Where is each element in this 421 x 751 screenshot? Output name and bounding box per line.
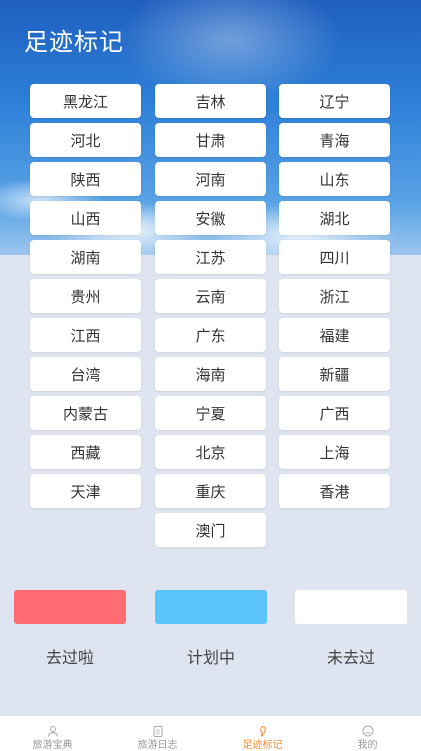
province-button[interactable]: 甘肃 bbox=[155, 123, 266, 157]
tab-label: 旅游宝典 bbox=[32, 740, 73, 751]
province-button[interactable]: 吉林 bbox=[155, 84, 266, 118]
province-button[interactable]: 山东 bbox=[279, 162, 390, 196]
province-button[interactable]: 辽宁 bbox=[279, 84, 390, 118]
province-button[interactable]: 江西 bbox=[30, 318, 141, 352]
province-button[interactable]: 陕西 bbox=[30, 162, 141, 196]
province-button[interactable]: 西藏 bbox=[30, 435, 141, 469]
tab-label: 足迹标记 bbox=[242, 740, 283, 751]
tab-label: 我的 bbox=[357, 740, 378, 751]
province-button[interactable]: 江苏 bbox=[155, 240, 266, 274]
province-button[interactable]: 湖南 bbox=[30, 240, 141, 274]
tab-travel-journal[interactable]: 旅游日志 bbox=[105, 716, 210, 751]
tab-travel-guide[interactable]: 旅游宝典 bbox=[0, 716, 105, 751]
tab-label: 旅游日志 bbox=[137, 740, 178, 751]
legend-swatch-visited bbox=[14, 590, 126, 624]
province-button[interactable]: 内蒙古 bbox=[30, 396, 141, 430]
legend-label-planned: 计划中 bbox=[186, 648, 235, 667]
legend-label-not-visited: 未去过 bbox=[326, 648, 375, 667]
legend-swatch-planned bbox=[155, 590, 267, 624]
province-button[interactable]: 海南 bbox=[155, 357, 266, 391]
tab-footprint[interactable]: 足迹标记 bbox=[210, 716, 315, 751]
province-button[interactable]: 安徽 bbox=[155, 201, 266, 235]
province-button[interactable]: 福建 bbox=[279, 318, 390, 352]
province-button[interactable]: 湖北 bbox=[279, 201, 390, 235]
province-button[interactable]: 山西 bbox=[30, 201, 141, 235]
footprint-icon bbox=[257, 722, 269, 737]
bottom-tab-bar: 旅游宝典 旅游日志 足迹标记 我的 bbox=[0, 715, 421, 751]
province-button[interactable]: 新疆 bbox=[279, 357, 390, 391]
smile-icon bbox=[362, 722, 374, 737]
province-button[interactable]: 重庆 bbox=[155, 474, 266, 508]
tab-mine[interactable]: 我的 bbox=[315, 716, 420, 751]
province-button[interactable]: 上海 bbox=[279, 435, 390, 469]
province-button[interactable]: 河南 bbox=[155, 162, 266, 196]
province-button[interactable]: 广西 bbox=[279, 396, 390, 430]
province-button[interactable]: 澳门 bbox=[155, 513, 266, 547]
province-button[interactable]: 宁夏 bbox=[155, 396, 266, 430]
province-button[interactable]: 浙江 bbox=[279, 279, 390, 313]
province-button[interactable]: 黑龙江 bbox=[30, 84, 141, 118]
province-button[interactable]: 北京 bbox=[155, 435, 266, 469]
user-icon bbox=[47, 722, 59, 737]
province-button[interactable]: 青海 bbox=[279, 123, 390, 157]
province-button[interactable]: 河北 bbox=[30, 123, 141, 157]
legend-swatch-not-visited bbox=[295, 590, 407, 624]
clipboard-icon bbox=[152, 722, 164, 737]
province-button[interactable]: 香港 bbox=[279, 474, 390, 508]
province-button[interactable]: 天津 bbox=[30, 474, 141, 508]
province-button[interactable]: 台湾 bbox=[30, 357, 141, 391]
province-button[interactable]: 贵州 bbox=[30, 279, 141, 313]
province-button[interactable]: 云南 bbox=[155, 279, 266, 313]
province-button[interactable]: 广东 bbox=[155, 318, 266, 352]
page-title: 足迹标记 bbox=[24, 28, 124, 56]
legend-label-visited: 去过啦 bbox=[45, 648, 94, 667]
province-button[interactable]: 四川 bbox=[279, 240, 390, 274]
